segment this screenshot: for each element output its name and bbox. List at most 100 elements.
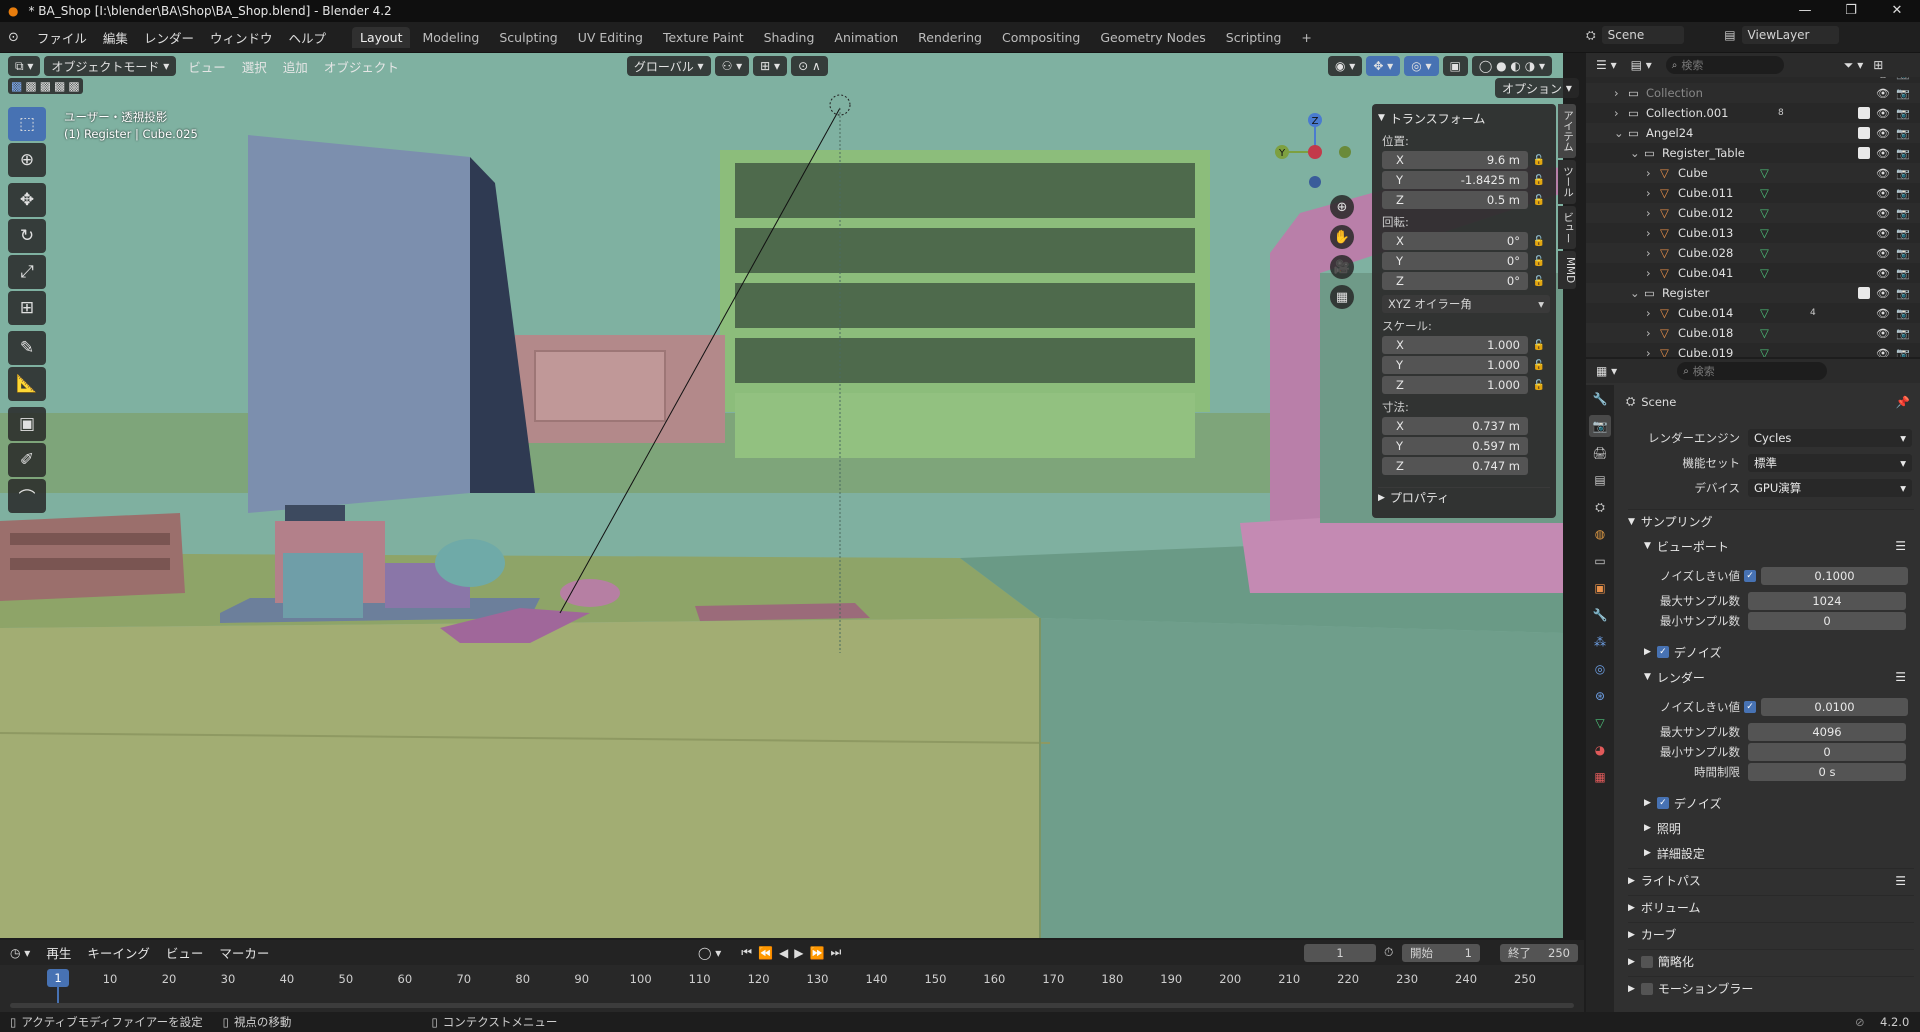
stopwatch-icon[interactable]: ⏱ — [1384, 945, 1393, 960]
lock-icon[interactable]: 🔓 — [1528, 256, 1550, 267]
gizmo-x-axis[interactable] — [1308, 145, 1322, 159]
eye-icon[interactable]: 👁 — [1876, 287, 1890, 300]
outliner-row[interactable]: › ▽ Cube.014 ▽ 4 👁 📷 — [1586, 303, 1920, 323]
rotation-y-field[interactable]: Y 0° — [1382, 252, 1528, 270]
timeline-editor-icon[interactable]: ◷ ▾ — [10, 946, 30, 960]
lock-icon[interactable]: 🔓 — [1528, 340, 1550, 351]
dimensions-x-field[interactable]: X 0.737 m — [1382, 417, 1528, 435]
output-properties-icon[interactable]: 🖨 — [1589, 442, 1611, 464]
outliner-row[interactable]: › ▭ Collection.001 8 👁 📷 — [1586, 103, 1920, 123]
visibility-icon[interactable]: ◉ ▾ — [1328, 56, 1363, 76]
render-camera-icon[interactable]: 📷 — [1896, 247, 1910, 260]
render-camera-icon[interactable]: 📷 — [1896, 327, 1910, 340]
particles-properties-icon[interactable]: ⁂ — [1589, 631, 1611, 653]
current-frame-field[interactable]: 1 — [1304, 943, 1376, 962]
sampling-section[interactable]: ▼ サンプリング — [1628, 509, 1914, 533]
select-intersect-icon[interactable]: ▩ — [68, 79, 79, 93]
feature-set-dropdown[interactable]: 標準 ▾ — [1748, 454, 1912, 472]
orientation-dropdown[interactable]: グローバル ▾ — [626, 56, 711, 76]
render-properties-icon[interactable]: 📷 — [1589, 415, 1611, 437]
dimensions-y-field[interactable]: Y 0.597 m — [1382, 437, 1528, 455]
select-box-tool-icon[interactable]: ⬚ — [8, 107, 46, 141]
vp-max-samples-field[interactable]: 1024 — [1748, 592, 1906, 610]
annotate-tool-icon[interactable]: ✎ — [8, 331, 46, 365]
outliner-row[interactable]: › ▽ Cube.041 ▽ 👁 📷 — [1586, 263, 1920, 283]
tab-scripting[interactable]: Scripting — [1218, 27, 1290, 48]
scale-y-field[interactable]: Y 1.000 — [1382, 356, 1528, 374]
select-extend-icon[interactable]: ▩ — [25, 79, 36, 93]
chevron-right-icon[interactable]: › — [1614, 86, 1619, 100]
filter-icon[interactable]: ⏷ ▾ — [1844, 58, 1863, 73]
texture-properties-icon[interactable]: ▦ — [1589, 766, 1611, 788]
camera-view-icon[interactable]: 🎥 — [1330, 255, 1354, 279]
scale-z-field[interactable]: Z 1.000 — [1382, 376, 1528, 394]
menu-edit[interactable]: 編集 — [95, 28, 136, 47]
chevron-down-icon[interactable]: ⌄ — [1614, 126, 1624, 140]
jump-start-icon[interactable]: ⏮ — [741, 945, 752, 960]
timeline-menu-marker[interactable]: マーカー — [211, 943, 277, 962]
chevron-right-icon[interactable]: › — [1646, 326, 1651, 340]
end-frame-field[interactable]: 終了 250 — [1500, 943, 1578, 962]
physics-properties-icon[interactable]: ◎ — [1589, 658, 1611, 680]
select-subtract-icon[interactable]: ▩ — [40, 79, 51, 93]
list-icon[interactable]: ☰ — [1895, 539, 1906, 553]
shading-modes[interactable]: ◯ ● ◐ ◑ ▾ — [1471, 56, 1552, 76]
mode-dropdown[interactable]: オブジェクトモード ▾ — [44, 56, 177, 76]
lock-icon[interactable]: 🔓 — [1528, 236, 1550, 247]
outliner-row[interactable]: › ▽ Cube.012 ▽ 👁 📷 — [1586, 203, 1920, 223]
r-max-samples-field[interactable]: 4096 — [1748, 723, 1906, 741]
r-noise-threshold-checkbox[interactable]: ✓ — [1744, 701, 1756, 713]
scene-properties-icon[interactable]: ⛭ — [1589, 496, 1611, 518]
advanced-section[interactable]: ▶ 詳細設定 — [1644, 841, 1914, 865]
eye-icon[interactable]: 👁 — [1876, 127, 1890, 140]
transform-tool-icon[interactable]: ⊞ — [8, 291, 46, 325]
menu-render[interactable]: レンダー — [136, 28, 202, 47]
chevron-right-icon[interactable]: › — [1630, 77, 1635, 80]
options-dropdown[interactable]: オプション ▾ — [1495, 78, 1579, 98]
perspective-toggle-icon[interactable]: ▦ — [1330, 285, 1354, 309]
render-camera-icon[interactable]: 📷 — [1896, 107, 1910, 120]
tab-mmd[interactable]: MMD — [1558, 251, 1576, 290]
eye-icon[interactable]: 👁 — [1876, 247, 1890, 260]
cursor-tool-icon[interactable]: ⊕ — [8, 143, 46, 177]
mesh-data-icon[interactable]: ▽ — [1760, 226, 1769, 240]
constraint-properties-icon[interactable]: ⊛ — [1589, 685, 1611, 707]
rotate-tool-icon[interactable]: ↻ — [8, 219, 46, 253]
mesh-data-icon[interactable]: ▽ — [1760, 246, 1769, 260]
render-camera-icon[interactable]: 📷 — [1896, 147, 1910, 160]
r-min-samples-field[interactable]: 0 — [1748, 743, 1906, 761]
eye-icon[interactable]: 👁 — [1876, 107, 1890, 120]
tab-shading[interactable]: Shading — [756, 27, 823, 48]
timeline-menu-keying[interactable]: キーイング — [79, 943, 158, 962]
auto-key-icon[interactable]: ◯ ▾ — [698, 946, 721, 960]
render-camera-icon[interactable]: 📷 — [1896, 207, 1910, 220]
overlay-toggle-icon[interactable]: ◎ ▾ — [1404, 56, 1439, 76]
chevron-right-icon[interactable]: › — [1646, 226, 1651, 240]
r-denoise-section[interactable]: ▶ ✓ デノイズ — [1644, 791, 1914, 815]
r-noise-threshold-field[interactable]: 0.0100 — [1761, 698, 1908, 716]
render-camera-icon[interactable]: 📷 — [1896, 287, 1910, 300]
render-camera-icon[interactable]: 📷 — [1896, 127, 1910, 140]
outliner-search[interactable]: ⌕ 検索 — [1665, 56, 1784, 74]
render-camera-icon[interactable]: 📷 — [1896, 167, 1910, 180]
tab-modeling[interactable]: Modeling — [414, 27, 487, 48]
outliner-row[interactable]: › ▽ Cube.018 ▽ 👁 📷 — [1586, 323, 1920, 343]
menu-help[interactable]: ヘルプ — [280, 28, 334, 47]
display-mode-icon[interactable]: ▤ ▾ — [1631, 58, 1652, 72]
viewport-menu-add[interactable]: 追加 — [275, 57, 316, 76]
vp-noise-threshold-field[interactable]: 0.1000 — [1761, 567, 1908, 585]
chevron-down-icon[interactable]: ⌄ — [1630, 286, 1640, 300]
location-z-field[interactable]: Z 0.5 m — [1382, 191, 1528, 209]
chevron-right-icon[interactable]: › — [1614, 106, 1619, 120]
chevron-right-icon[interactable]: › — [1646, 206, 1651, 220]
view-layer-selector[interactable]: ViewLayer — [1741, 26, 1840, 44]
viewport-menu-select[interactable]: 選択 — [234, 57, 275, 76]
playhead[interactable]: 1 — [47, 969, 69, 987]
eye-icon[interactable]: 👁 — [1876, 147, 1890, 160]
world-properties-icon[interactable]: ◍ — [1589, 523, 1611, 545]
outliner-row[interactable]: ⌄ ▭ Register_Table 👁 📷 — [1586, 143, 1920, 163]
vp-denoise-checkbox[interactable]: ✓ — [1656, 646, 1669, 658]
exclude-checkbox[interactable] — [1858, 287, 1870, 299]
jump-next-key-icon[interactable]: ⏩ — [810, 946, 825, 960]
viewport-menu-view[interactable]: ビュー — [180, 57, 234, 76]
